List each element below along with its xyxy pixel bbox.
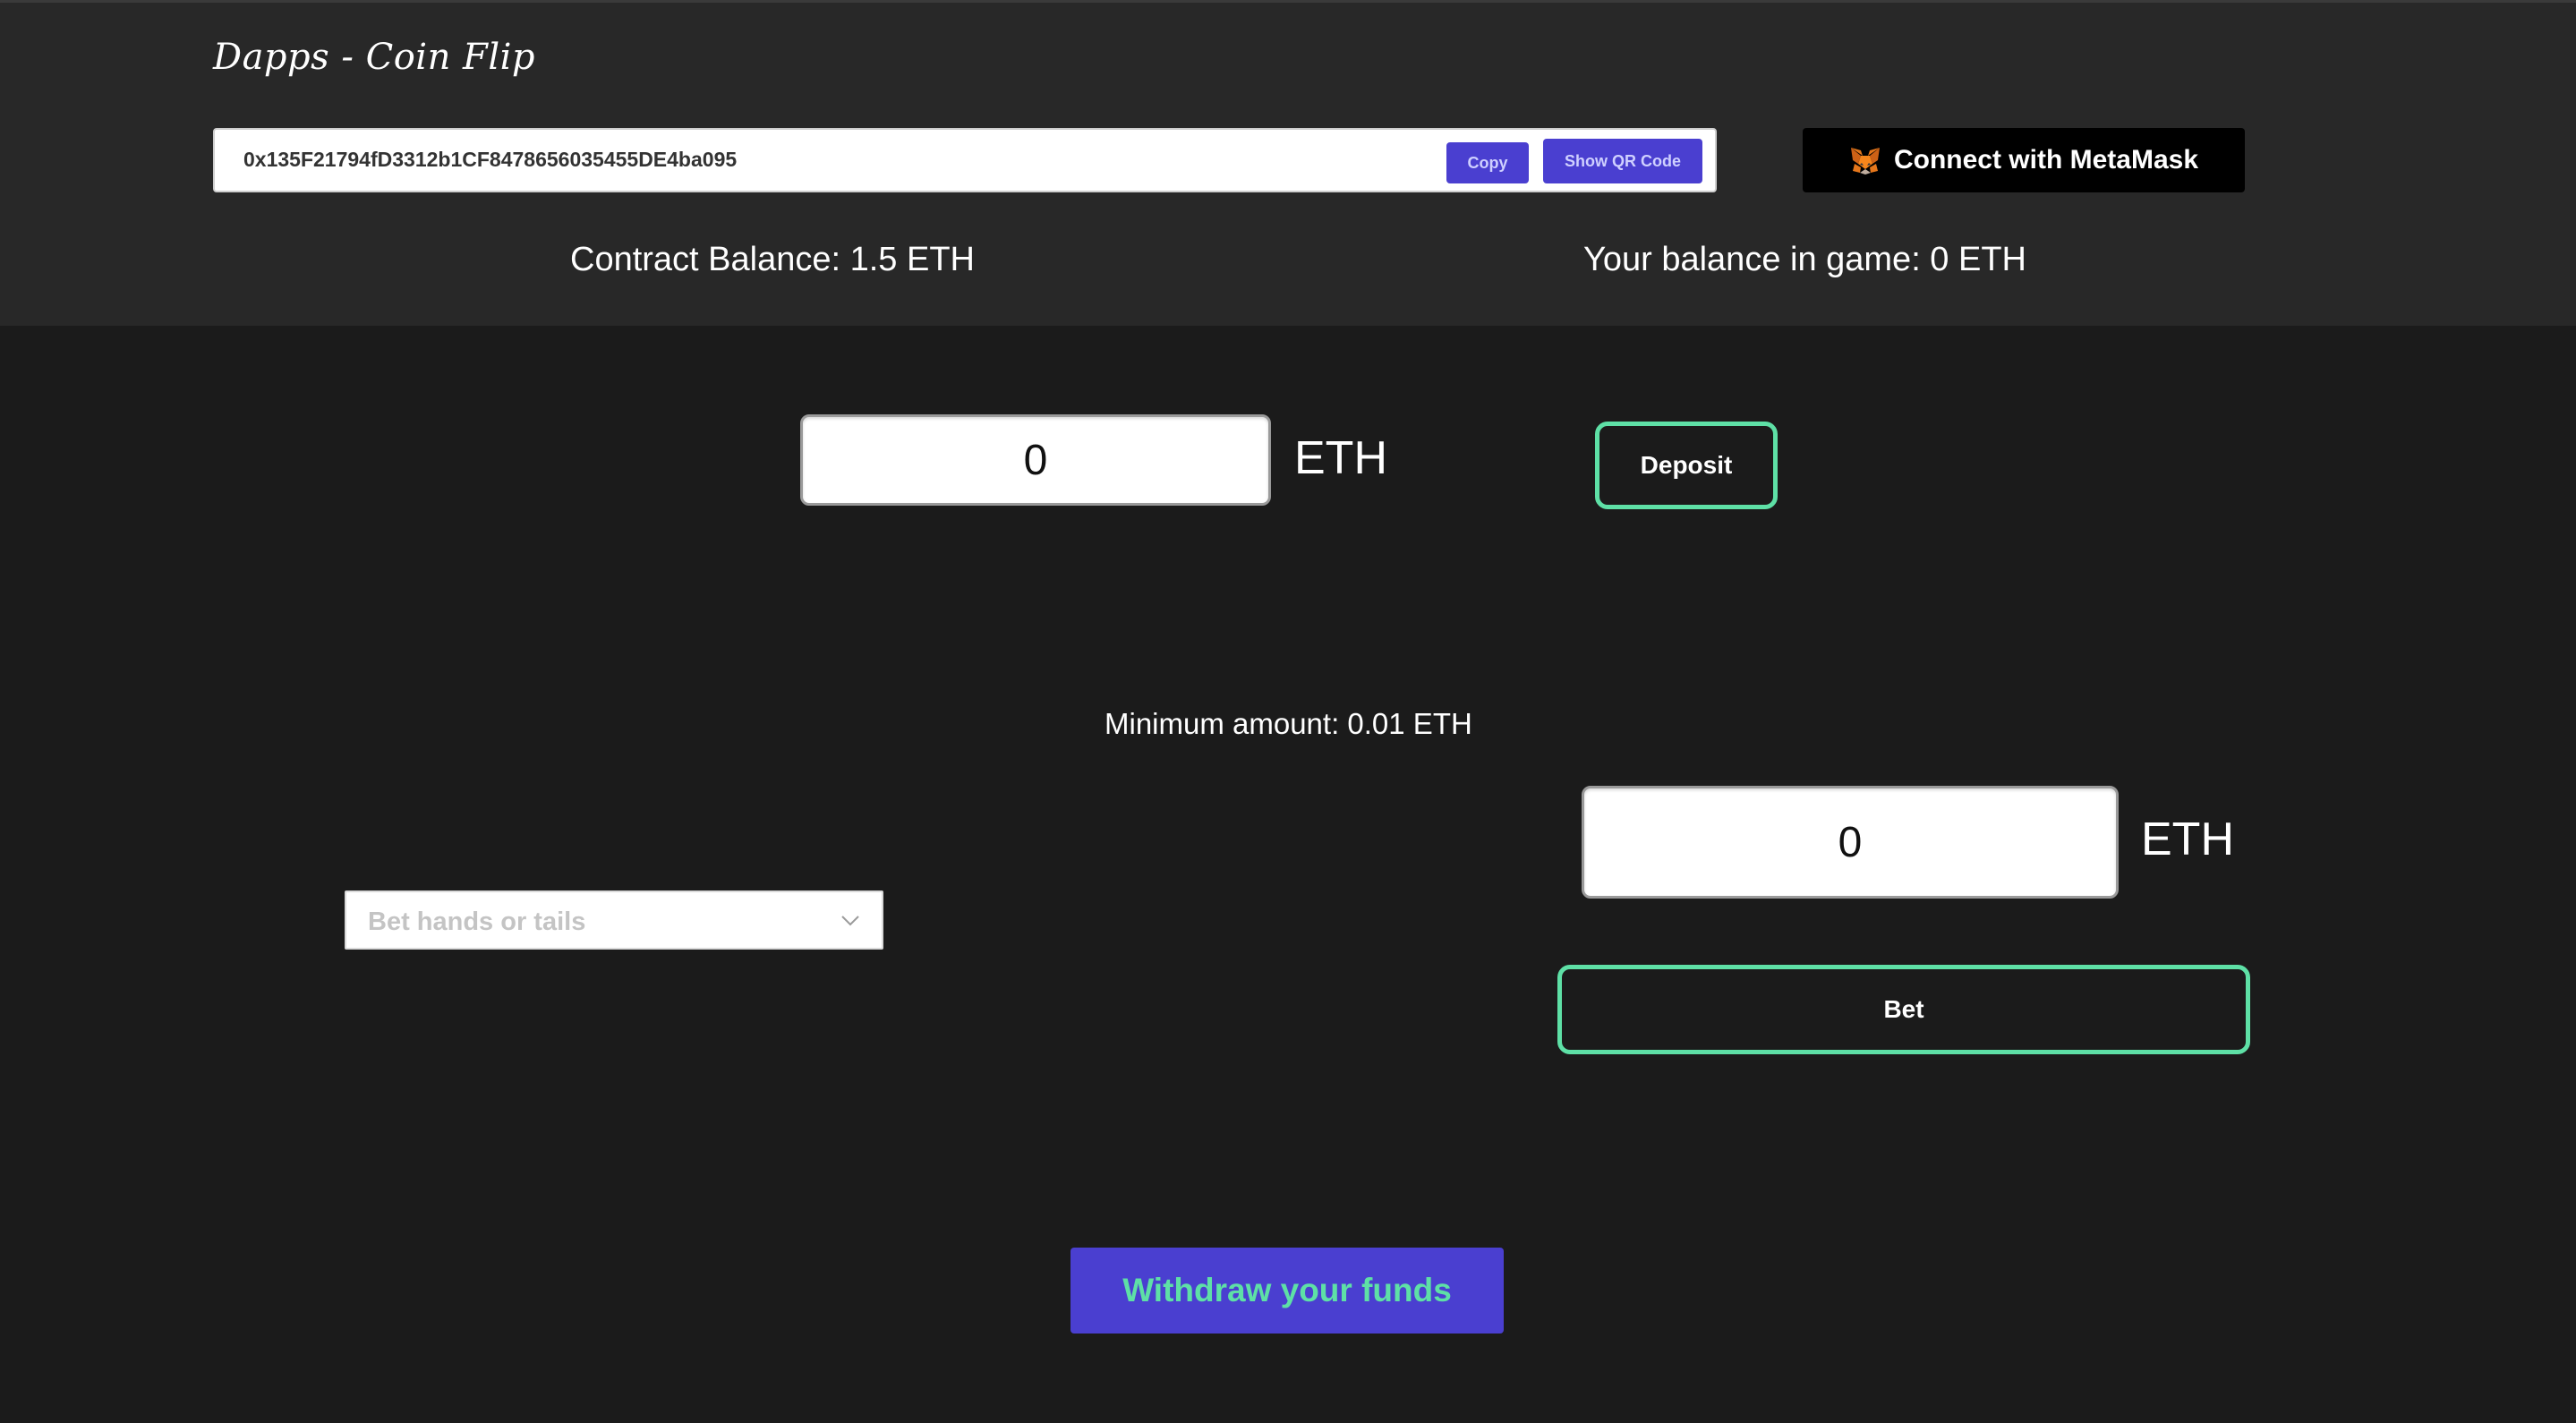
copy-address-button[interactable]: Copy bbox=[1446, 142, 1529, 183]
user-balance-text: Your balance in game: 0 ETH bbox=[1583, 241, 2027, 278]
header-bar: Dapps - Coin Flip 0x135F21794fD3312b1CF8… bbox=[0, 0, 2576, 326]
contract-balance-text: Contract Balance: 1.5 ETH bbox=[570, 241, 975, 278]
deposit-amount-input[interactable] bbox=[800, 414, 1271, 506]
deposit-unit-label: ETH bbox=[1294, 432, 1387, 484]
withdraw-funds-button[interactable]: Withdraw your funds bbox=[1070, 1248, 1504, 1334]
bet-side-placeholder: Bet hands or tails bbox=[368, 907, 586, 936]
bet-button[interactable]: Bet bbox=[1557, 965, 2250, 1054]
chevron-down-icon bbox=[841, 916, 859, 926]
connect-metamask-button[interactable]: Connect with MetaMask bbox=[1803, 128, 2245, 192]
bet-side-select[interactable]: Bet hands or tails bbox=[345, 890, 883, 950]
connect-metamask-label: Connect with MetaMask bbox=[1893, 145, 2199, 175]
bet-amount-input[interactable] bbox=[1582, 786, 2119, 899]
deposit-button[interactable]: Deposit bbox=[1595, 422, 1778, 509]
wallet-address-text: 0x135F21794fD3312b1CF8478656035455DE4ba0… bbox=[243, 148, 738, 171]
bet-unit-label: ETH bbox=[2141, 814, 2234, 865]
metamask-fox-icon bbox=[1850, 148, 1880, 175]
show-qr-code-button[interactable]: Show QR Code bbox=[1543, 139, 1702, 183]
minimum-amount-text: Minimum amount: 0.01 ETH bbox=[1105, 707, 1472, 740]
app-title: Dapps - Coin Flip bbox=[213, 37, 536, 78]
wallet-address-field[interactable]: 0x135F21794fD3312b1CF8478656035455DE4ba0… bbox=[213, 128, 1717, 192]
